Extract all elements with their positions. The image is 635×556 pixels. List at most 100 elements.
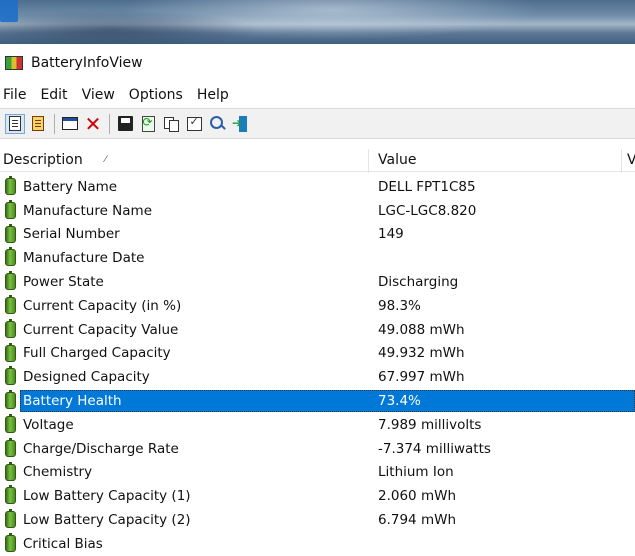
list-row[interactable]: Voltage 7.989 millivolts (0, 413, 635, 437)
find-button[interactable] (207, 114, 227, 134)
row-description: Charge/Discharge Rate (23, 440, 179, 457)
menu-help[interactable]: Help (194, 87, 233, 103)
menu-file[interactable]: File (0, 87, 30, 103)
toolbar-separator (109, 113, 110, 134)
column-divider[interactable] (621, 149, 622, 173)
list-row[interactable]: Manufacture Date (0, 246, 635, 270)
column-header-description[interactable]: Description ⁄ (3, 149, 368, 171)
row-description: Full Charged Capacity (23, 345, 171, 362)
list-row[interactable]: Low Battery Capacity (1) 2.060 mWh (0, 484, 635, 508)
list-row[interactable]: Charge/Discharge Rate -7.374 milliwatts (0, 437, 635, 461)
column-divider[interactable] (368, 149, 369, 173)
refresh-icon (141, 115, 155, 132)
refresh-button[interactable] (138, 114, 158, 134)
battery-icon (5, 413, 16, 433)
list-row[interactable]: Current Capacity Value 49.088 mWh (0, 318, 635, 342)
row-value: 98.3% (378, 297, 421, 314)
copy-icon (164, 116, 179, 132)
toolbar: ✕ (0, 108, 635, 139)
battery-icon (5, 390, 16, 410)
window-button[interactable] (60, 114, 80, 134)
exit-door-icon (232, 115, 248, 132)
row-value: -7.374 milliwatts (378, 440, 491, 457)
row-value: LGC-LGC8.820 (378, 202, 477, 219)
column-header-value-label: Value (378, 152, 417, 168)
battery-app-icon (5, 56, 23, 70)
list-row[interactable]: Designed Capacity 67.997 mWh (0, 365, 635, 389)
list-row[interactable]: Full Charged Capacity 49.932 mWh (0, 342, 635, 366)
menu-bar: File Edit View Options Help (0, 84, 635, 106)
menu-view[interactable]: View (79, 87, 119, 103)
row-description: Low Battery Capacity (2) (23, 512, 191, 529)
list-row[interactable]: Battery Health 73.4% (0, 389, 635, 413)
list-header: Description ⁄ Value V (0, 149, 635, 173)
menu-edit[interactable]: Edit (37, 87, 71, 103)
battery-icon (5, 318, 16, 338)
row-value: 6.794 mWh (378, 512, 456, 529)
battery-icon (5, 485, 16, 505)
find-magnifier-icon (209, 116, 225, 131)
list-row[interactable]: Power State Discharging (0, 270, 635, 294)
battery-icon (5, 176, 16, 195)
battery-info-list: Battery Name DELL FPT1C85 Manufacture Name… (0, 175, 635, 556)
row-value: 67.997 mWh (378, 369, 465, 386)
battery-icon (5, 509, 16, 529)
row-description: Serial Number (23, 226, 120, 243)
column-header-extra[interactable]: V (627, 149, 635, 171)
exit-button[interactable] (230, 114, 250, 134)
row-description: Battery Health (23, 393, 122, 410)
row-description: Manufacture Name (23, 202, 153, 219)
recycle-bin-icon[interactable] (0, 0, 18, 22)
battery-icon (5, 532, 16, 552)
row-value: 73.4% (378, 393, 421, 410)
menu-options[interactable]: Options (126, 87, 187, 103)
row-description: Critical Bias (23, 535, 103, 552)
row-description: Current Capacity (in %) (23, 297, 182, 314)
battery-icon (5, 271, 16, 291)
battery-icon (5, 247, 16, 267)
battery-log-mode-button[interactable] (28, 114, 48, 134)
copy-button[interactable] (161, 114, 181, 134)
battery-info-mode-button[interactable] (5, 113, 25, 134)
desktop-background (0, 0, 635, 44)
window-icon (62, 117, 78, 130)
row-value: Discharging (378, 274, 459, 291)
row-value: DELL FPT1C85 (378, 178, 476, 195)
window-title: BatteryInfoView (31, 55, 143, 71)
row-description: Low Battery Capacity (1) (23, 488, 191, 505)
list-row[interactable]: Current Capacity (in %) 98.3% (0, 294, 635, 318)
battery-icon (5, 437, 16, 457)
log-document-icon (32, 116, 44, 131)
row-value: 49.932 mWh (378, 345, 465, 362)
list-row[interactable]: Critical Bias (0, 532, 635, 556)
delete-x-icon: ✕ (84, 111, 102, 136)
battery-icon (5, 294, 16, 314)
row-description: Manufacture Date (23, 250, 145, 267)
delete-button[interactable]: ✕ (83, 114, 103, 134)
column-header-description-label: Description (3, 152, 83, 168)
row-value: 7.989 millivolts (378, 416, 482, 433)
list-row[interactable]: Chemistry Lithium Ion (0, 461, 635, 485)
column-header-value[interactable]: Value (378, 149, 416, 171)
battery-icon (5, 199, 16, 219)
list-row[interactable]: Battery Name DELL FPT1C85 (0, 175, 635, 199)
desktop-cloud (0, 10, 260, 44)
save-button[interactable] (115, 114, 135, 134)
battery-icon (5, 342, 16, 362)
list-row[interactable]: Manufacture Name LGC-LGC8.820 (0, 199, 635, 223)
title-bar[interactable]: BatteryInfoView (0, 44, 635, 82)
properties-button[interactable] (184, 114, 204, 134)
row-description: Battery Name (23, 178, 118, 195)
properties-icon (186, 115, 202, 131)
battery-icon (5, 366, 16, 386)
row-value: 49.088 mWh (378, 321, 465, 338)
list-row[interactable]: Serial Number 149 (0, 223, 635, 247)
battery-icon (5, 461, 16, 481)
row-description: Designed Capacity (23, 369, 150, 386)
list-row[interactable]: Low Battery Capacity (2) 6.794 mWh (0, 508, 635, 532)
column-header-extra-label: V (627, 152, 635, 168)
sort-ascending-icon: ⁄ (104, 155, 107, 165)
document-icon (9, 116, 21, 131)
row-value: 149 (378, 226, 404, 243)
row-description: Chemistry (23, 464, 93, 481)
